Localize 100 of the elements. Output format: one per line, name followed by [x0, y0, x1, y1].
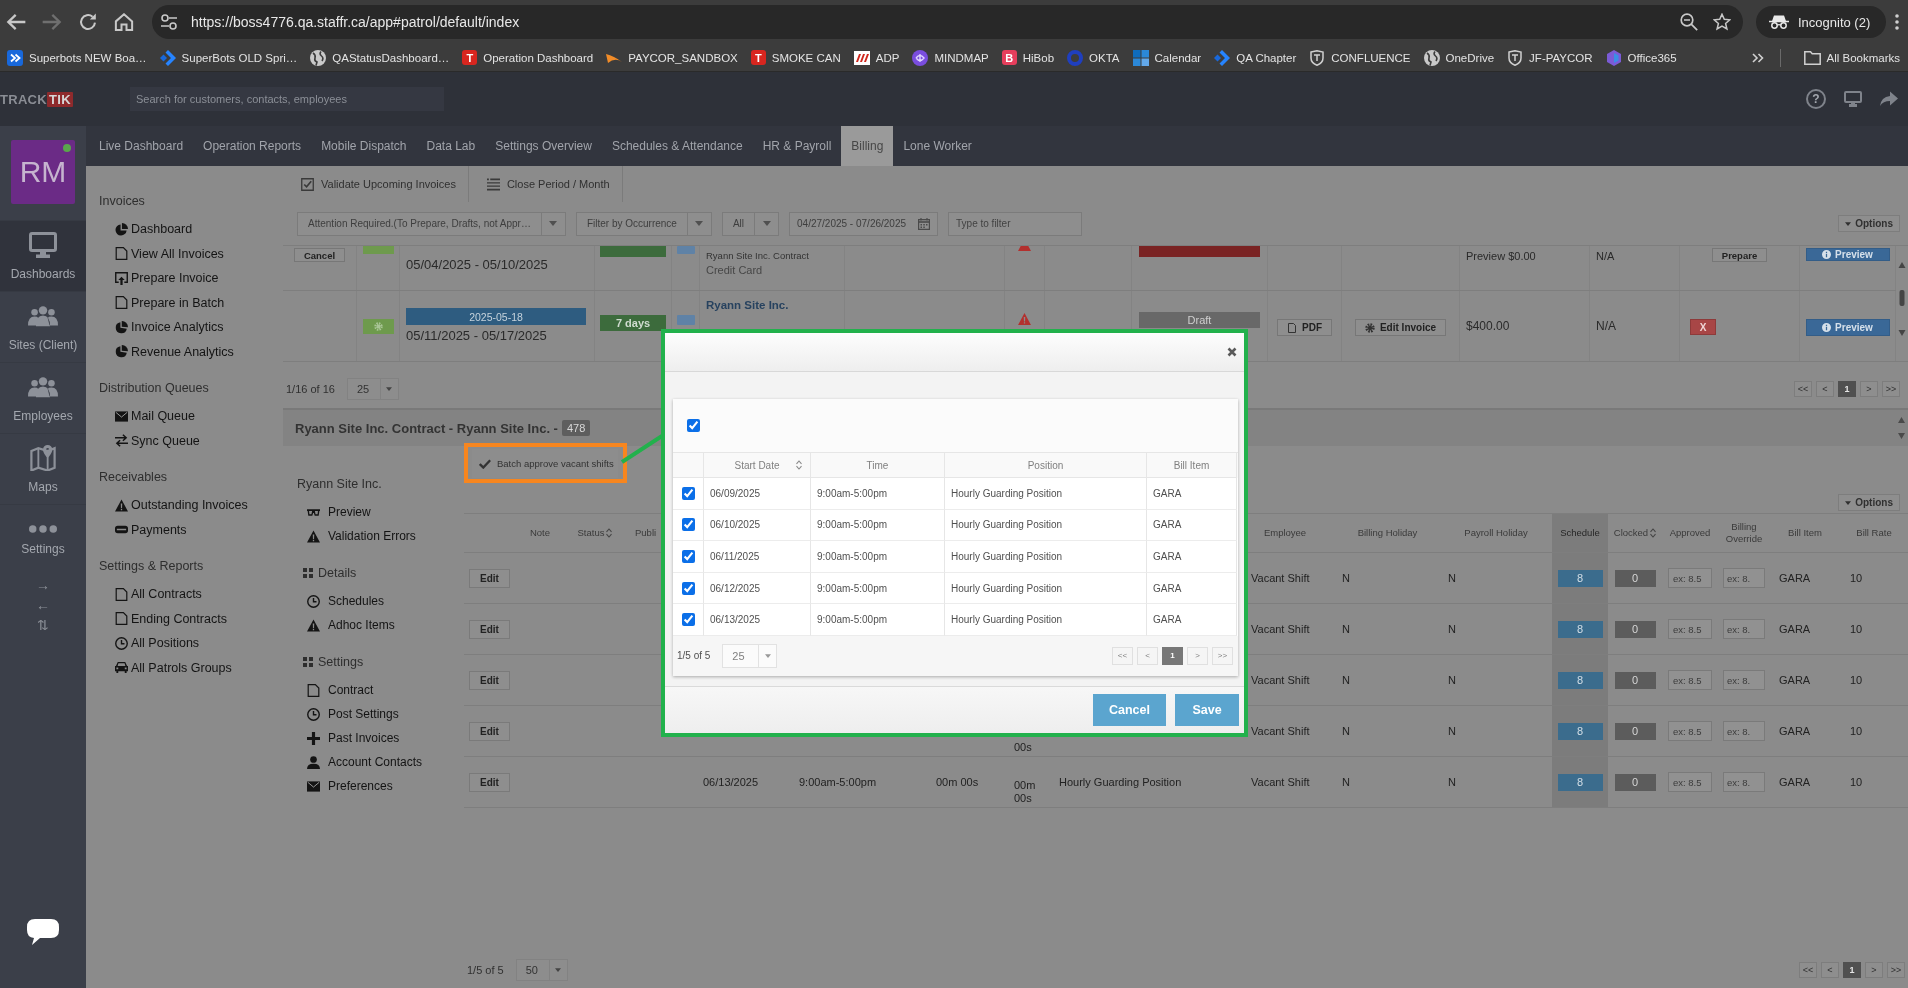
approved-field[interactable]: ex: 8.5: [1668, 568, 1712, 588]
star-icon[interactable]: [1713, 13, 1731, 31]
page-button[interactable]: >>: [1212, 646, 1233, 665]
home-icon[interactable]: [114, 13, 134, 31]
page-button[interactable]: >>: [1882, 381, 1900, 397]
site-link[interactable]: Account Contacts: [297, 750, 464, 774]
status-dropdown[interactable]: Attention Required.(To Prepare, Drafts, not Appr…: [297, 211, 566, 236]
bookmark[interactable]: QAStatusDashboard…: [303, 49, 456, 66]
approved-field[interactable]: ex: 8.5: [1668, 772, 1712, 792]
scroll-arrows-icon[interactable]: [1898, 417, 1905, 439]
bookmark[interactable]: JF-PAYCOR: [1500, 49, 1599, 66]
site-link[interactable]: Past Invoices: [297, 726, 464, 750]
monitor-icon[interactable]: [1844, 91, 1862, 107]
menu-link[interactable]: Invoice Analytics: [99, 315, 283, 340]
menu-link[interactable]: Ending Contracts: [99, 606, 283, 631]
scope-dropdown[interactable]: All: [721, 211, 780, 236]
site-link[interactable]: Contract: [297, 678, 464, 702]
zoom-out-icon[interactable]: [1680, 13, 1698, 31]
menu-link[interactable]: Prepare Invoice: [99, 266, 283, 291]
menu-link[interactable]: All Positions: [99, 631, 283, 656]
nav-tab[interactable]: Billing: [841, 126, 894, 166]
approved-field[interactable]: ex: 8.5: [1668, 619, 1712, 639]
occurrence-dropdown[interactable]: Filter by Occurrence: [575, 211, 712, 236]
arrow-button[interactable]: ←: [0, 595, 86, 615]
page-button[interactable]: <: [1816, 381, 1834, 397]
bookmark[interactable]: B HiBob: [994, 50, 1061, 65]
page-size-select[interactable]: 50: [515, 959, 568, 981]
bookmark[interactable]: MINDMAP: [905, 49, 995, 66]
sidebar-item[interactable]: Maps: [0, 433, 86, 504]
pdf-button[interactable]: PDF: [1277, 319, 1332, 336]
sort-icon[interactable]: [796, 460, 802, 470]
prepare-button[interactable]: Prepare: [1711, 248, 1768, 262]
page-button[interactable]: 1: [1843, 962, 1861, 978]
site-link[interactable]: Ryann Site Inc.: [706, 299, 789, 311]
nav-tab[interactable]: Mobile Dispatch: [311, 126, 417, 166]
edit-button[interactable]: Edit: [469, 670, 510, 690]
edit-invoice-button[interactable]: Edit Invoice: [1354, 319, 1447, 336]
cancel-button[interactable]: Cancel: [293, 248, 346, 262]
approved-field[interactable]: ex: 8.5: [1668, 721, 1712, 741]
toolbar-button[interactable]: Validate Upcoming Invoices: [295, 166, 469, 202]
all-bookmarks-button[interactable]: All Bookmarks: [1796, 50, 1906, 65]
date-range-field[interactable]: 04/27/2025 - 07/26/2025: [789, 211, 939, 236]
menu-link[interactable]: Prepare in Batch: [99, 290, 283, 315]
toolbar-button[interactable]: Close Period / Month: [480, 166, 623, 202]
preview-button[interactable]: Preview: [1805, 319, 1890, 336]
page-button[interactable]: <<: [1799, 962, 1817, 978]
page-button[interactable]: >: [1860, 381, 1878, 397]
bookmark[interactable]: Superbots NEW Boa…: [0, 49, 153, 66]
site-link[interactable]: Post Settings: [297, 702, 464, 726]
override-field[interactable]: ex: 8.: [1723, 670, 1765, 690]
sidebar-item[interactable]: Settings: [0, 504, 86, 575]
override-field[interactable]: ex: 8.: [1723, 568, 1765, 588]
page-size-select[interactable]: 25: [346, 378, 399, 400]
sidebar-item[interactable]: Sites (Client): [0, 291, 86, 362]
bookmark[interactable]: OneDrive: [1416, 49, 1501, 66]
edit-button[interactable]: Edit: [469, 568, 510, 588]
preview-button[interactable]: Preview: [1805, 248, 1890, 261]
close-icon[interactable]: [1227, 347, 1237, 357]
search-field[interactable]: Search for customers, contacts, employees: [130, 87, 444, 111]
bookmark[interactable]: Calendar: [1125, 49, 1208, 66]
address-bar[interactable]: https://boss4776.qa.staffr.ca/app#patrol/default/index: [152, 5, 1743, 39]
page-button[interactable]: 1: [1838, 381, 1856, 397]
site-link[interactable]: Schedules: [297, 589, 464, 613]
menu-link[interactable]: Outstanding Invoices: [99, 493, 283, 518]
sort-icon[interactable]: [606, 528, 613, 538]
options-button[interactable]: Options: [1838, 215, 1900, 232]
site-link[interactable]: Preview: [297, 500, 464, 524]
sidebar-item[interactable]: Dashboards: [0, 220, 86, 291]
bookmark[interactable]: T SMOKE CAN: [743, 50, 847, 65]
menu-link[interactable]: All Patrols Groups: [99, 655, 283, 680]
page-button[interactable]: >: [1865, 962, 1883, 978]
page-button[interactable]: <<: [1794, 381, 1812, 397]
sort-icon[interactable]: [1650, 528, 1657, 538]
approved-field[interactable]: ex: 8.5: [1668, 670, 1712, 690]
arrow-button[interactable]: ⇅: [0, 615, 86, 635]
page-button[interactable]: 1: [1162, 646, 1183, 665]
row-checkbox[interactable]: [681, 613, 695, 627]
page-button[interactable]: >: [1187, 646, 1208, 665]
bookmark[interactable]: SuperBots OLD Spri…: [152, 49, 304, 66]
reload-icon[interactable]: [78, 13, 98, 31]
menu-link[interactable]: Dashboard: [99, 217, 283, 242]
incognito-button[interactable]: Incognito (2): [1756, 6, 1886, 38]
edit-button[interactable]: Edit: [469, 721, 510, 741]
menu-link[interactable]: Revenue Analytics: [99, 339, 283, 364]
row-checkbox[interactable]: [681, 486, 695, 500]
edit-button[interactable]: Edit: [469, 619, 510, 639]
help-button[interactable]: ?: [1806, 89, 1826, 109]
nav-tab[interactable]: HR & Payroll: [752, 126, 842, 166]
bookmark[interactable]: ADP: [846, 49, 906, 66]
bookmark[interactable]: PAYCOR_SANDBOX: [599, 49, 744, 66]
dialog-button[interactable]: Save: [1175, 694, 1239, 726]
page-size-select[interactable]: 25: [722, 643, 778, 668]
share-arrow-icon[interactable]: [1880, 91, 1898, 107]
select-all-checkbox[interactable]: [687, 419, 700, 432]
bookmark[interactable]: CONFLUENCE: [1302, 49, 1417, 66]
row-checkbox[interactable]: [681, 518, 695, 532]
page-button[interactable]: <<: [1112, 646, 1133, 665]
chevrons-icon[interactable]: [1751, 52, 1764, 63]
url-text[interactable]: https://boss4776.qa.staffr.ca/app#patrol/default/index: [191, 14, 520, 30]
page-button[interactable]: <: [1137, 646, 1158, 665]
